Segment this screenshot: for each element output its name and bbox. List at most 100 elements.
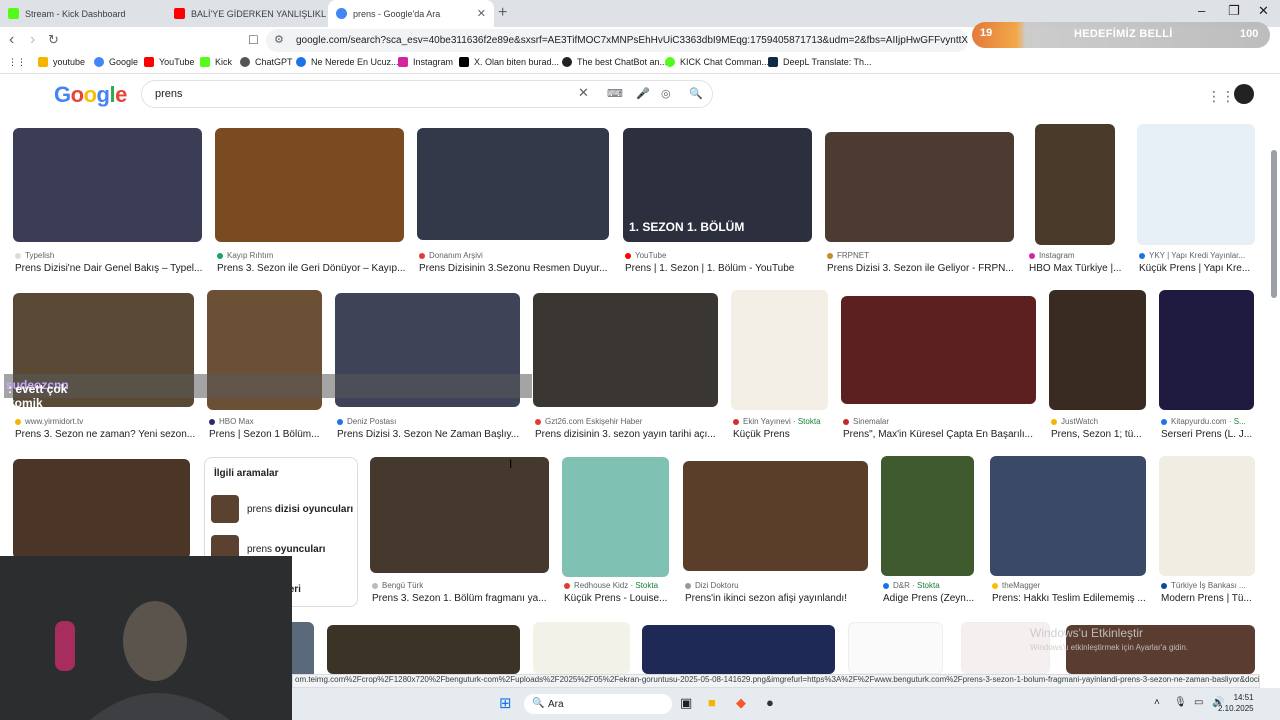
result-title[interactable]: Prens Dizisi 3. Sezon ile Geliyor - FRPN… xyxy=(827,263,1017,274)
account-avatar[interactable] xyxy=(1234,84,1254,104)
result-image[interactable] xyxy=(533,293,718,407)
result-image[interactable] xyxy=(1159,290,1254,410)
clear-search-icon[interactable]: ✕ xyxy=(578,85,589,101)
result-title[interactable]: Prens 3. Sezon ne zaman? Yeni sezon... xyxy=(15,429,197,440)
result-image[interactable] xyxy=(417,128,609,240)
result-image[interactable] xyxy=(848,622,943,674)
minimize-icon[interactable]: – xyxy=(1198,3,1205,18)
result-title[interactable]: Prens | Sezon 1 Bölüm... xyxy=(209,429,325,440)
restore-icon[interactable]: ❐ xyxy=(1228,3,1240,19)
bookmarks-bar: ⋮⋮ youtube Google YouTube Kick ChatGPT N… xyxy=(0,54,1280,74)
taskbar-search-icon: 🔍 xyxy=(532,698,545,709)
result-title[interactable]: Prens", Max'in Küresel Çapta En Başarılı… xyxy=(843,429,1039,440)
bookmark-ne-nerede[interactable]: Ne Nerede En Ucuz... xyxy=(296,57,399,67)
result-title[interactable]: Prens Dizisi'ne Dair Genel Bakış – Typel… xyxy=(15,263,205,274)
tab-google-search[interactable]: prens - Google'da Ara ✕ xyxy=(328,0,494,27)
taskbar-clock[interactable]: 14:51 2.10.2025 xyxy=(1218,692,1254,714)
close-tab-icon[interactable]: ✕ xyxy=(477,7,486,20)
result-image[interactable] xyxy=(841,296,1036,404)
result-image[interactable] xyxy=(327,625,520,674)
windows-start-icon[interactable]: ⊞ xyxy=(499,694,512,712)
result-title[interactable]: Prens'in ikinci sezon afişi yayınlandı! xyxy=(685,593,871,604)
result-title[interactable]: Prens dizisinin 3. sezon yayın tarihi aç… xyxy=(535,429,721,440)
result-image[interactable] xyxy=(990,456,1146,576)
result-image[interactable] xyxy=(642,625,835,674)
result-title[interactable]: Prens 3. Sezon ile Geri Dönüyor – Kayıp.… xyxy=(217,263,407,274)
bookmark-instagram[interactable]: Instagram xyxy=(398,57,453,67)
result-title[interactable]: HBO Max Türkiye |... xyxy=(1029,263,1125,274)
search-box[interactable]: prens xyxy=(141,80,713,108)
result-image[interactable] xyxy=(215,128,404,242)
reload-icon[interactable]: ↻ xyxy=(48,32,59,48)
forward-icon[interactable]: › xyxy=(30,31,35,49)
tray-chevron-icon[interactable]: ˄ xyxy=(1154,697,1160,708)
keyboard-icon[interactable]: ⌨ xyxy=(607,87,623,100)
bookmark-kick-chat[interactable]: KICK Chat Comman... xyxy=(665,57,769,67)
result-title[interactable]: Prens Dizisi 3. Sezon Ne Zaman Başlıy... xyxy=(337,429,523,440)
result-image[interactable] xyxy=(1137,124,1255,245)
bookmark-kick[interactable]: Kick xyxy=(200,57,232,67)
result-title[interactable]: Prens 3. Sezon 1. Bölüm fragmanı ya... xyxy=(372,593,552,604)
bookmark-chatgpt[interactable]: ChatGPT xyxy=(240,57,293,67)
result-title[interactable]: Prens | 1. Sezon | 1. Bölüm - YouTube xyxy=(625,263,815,274)
result-image[interactable] xyxy=(1049,290,1146,410)
windows-activation-watermark: Windows'u Etkinleştir xyxy=(1030,626,1143,640)
close-window-icon[interactable]: ✕ xyxy=(1258,3,1269,19)
bookmark-youtube[interactable]: YouTube xyxy=(144,57,194,67)
result-image[interactable] xyxy=(533,622,630,674)
address-bar[interactable]: google.com/search?sca_esv=40be311636f2e8… xyxy=(266,29,968,52)
bookmark-deepl[interactable]: DeepL Translate: Th... xyxy=(768,57,872,67)
brave-browser-icon[interactable]: ◆ xyxy=(736,695,746,711)
result-title[interactable]: Prens Dizisinin 3.Sezonu Resmen Duyur... xyxy=(419,263,612,274)
google-favicon-icon xyxy=(336,8,347,19)
result-image[interactable] xyxy=(1159,456,1255,576)
taskbar-search[interactable]: Ara xyxy=(524,694,672,714)
result-image[interactable] xyxy=(881,456,974,576)
result-image[interactable] xyxy=(562,457,669,577)
result-title[interactable]: Adige Prens (Zeyn... xyxy=(883,593,977,604)
bookmark-chatbot[interactable]: The best ChatBot an... xyxy=(562,57,667,67)
result-title[interactable]: Modern Prens | Tü... xyxy=(1161,593,1259,604)
result-source: www.yirmidort.tv xyxy=(15,417,197,426)
result-image[interactable] xyxy=(292,622,314,674)
google-logo[interactable]: Google xyxy=(54,82,127,108)
bookmark-youtube-folder[interactable]: youtube xyxy=(38,57,85,67)
result-title[interactable]: Küçük Prens - Louise... xyxy=(564,593,672,604)
result-source: theMagger xyxy=(992,581,1150,590)
result-image[interactable] xyxy=(825,132,1014,242)
microphone-tray-icon[interactable]: 🎙 xyxy=(1174,697,1187,708)
result-image[interactable] xyxy=(13,128,202,242)
result-title[interactable]: Prens, Sezon 1; tü... xyxy=(1051,429,1149,440)
related-thumb xyxy=(211,495,239,523)
file-explorer-icon[interactable]: ■ xyxy=(708,695,716,710)
network-icon[interactable]: ▭ xyxy=(1194,697,1203,708)
result-title[interactable]: Küçük Prens | Yapı Kre... xyxy=(1139,263,1257,274)
back-icon[interactable]: ‹ xyxy=(9,31,14,49)
result-title[interactable]: Prens: Hakkı Teslim Edilememiş ... xyxy=(992,593,1150,604)
related-search-item[interactable]: prens dizisi oyuncuları xyxy=(211,494,357,524)
result-source: Instagram xyxy=(1029,251,1125,260)
page-scrollbar[interactable] xyxy=(1271,150,1277,298)
tab-kick-dashboard[interactable]: Stream - Kick Dashboard xyxy=(0,0,166,27)
obs-icon[interactable]: ● xyxy=(766,695,774,710)
tab-youtube-video[interactable]: BALİ'YE GİDERKEN YANLIŞLIKLA JAP( xyxy=(166,0,326,27)
apps-grid-icon[interactable]: ⋮⋮ xyxy=(8,57,26,68)
bookmark-icon[interactable]: ☐ xyxy=(248,33,259,47)
result-image[interactable] xyxy=(1035,124,1115,245)
bookmark-google[interactable]: Google xyxy=(94,57,138,67)
result-title[interactable]: Serseri Prens (L. J... xyxy=(1161,429,1257,440)
result-title[interactable]: Küçük Prens xyxy=(733,429,831,440)
search-icon[interactable]: 🔍 xyxy=(689,87,703,100)
result-image[interactable] xyxy=(731,290,828,410)
bookmark-x[interactable]: X. Olan biten burad... xyxy=(459,57,559,67)
site-info-icon[interactable]: ⚙ xyxy=(274,33,284,46)
lens-icon[interactable]: ◎ xyxy=(661,87,671,100)
result-image[interactable] xyxy=(370,457,549,573)
result-image[interactable]: 1. SEZON 1. BÖLÜM xyxy=(623,128,812,242)
new-tab-icon[interactable]: + xyxy=(498,4,507,22)
text-cursor-icon: I xyxy=(509,457,513,471)
microphone-icon[interactable]: 🎤 xyxy=(636,87,650,100)
result-image[interactable] xyxy=(683,461,868,571)
task-view-icon[interactable]: ▣ xyxy=(680,695,692,711)
result-image[interactable] xyxy=(13,459,190,559)
